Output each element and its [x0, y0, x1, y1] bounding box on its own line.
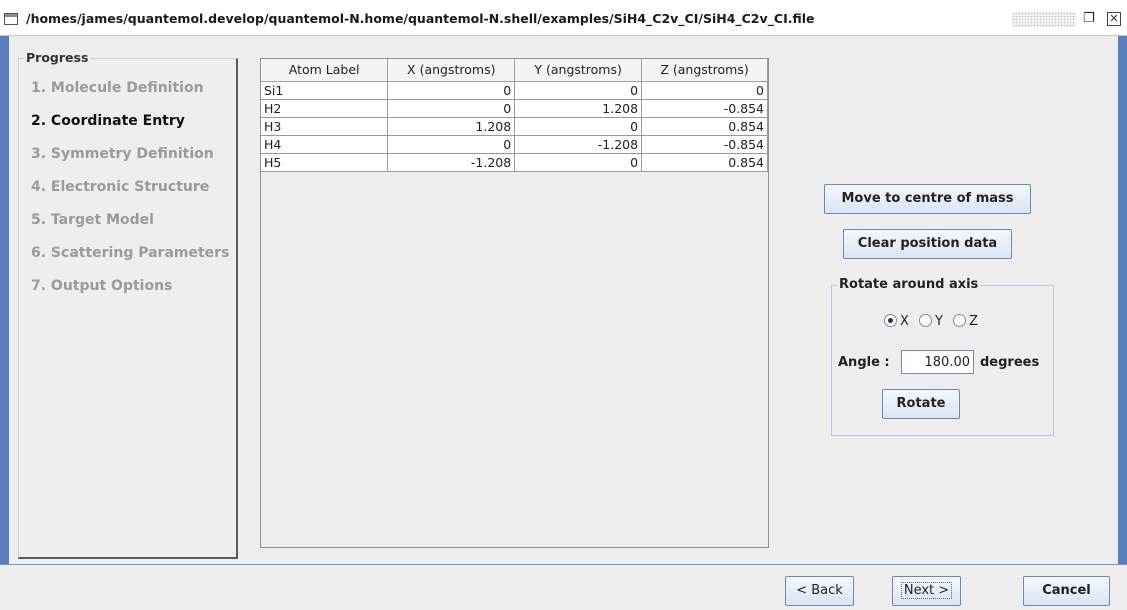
cell-atom-label[interactable]: H5	[261, 153, 389, 172]
cell-atom-label[interactable]: H2	[261, 99, 389, 118]
cell-atom-label[interactable]: H3	[261, 117, 389, 136]
window-frame-bottom	[0, 564, 1127, 565]
cell-atom-label[interactable]: Si1	[261, 81, 389, 100]
column-header-atom-label[interactable]: Atom Label	[261, 59, 389, 82]
coordinates-table[interactable]: Atom Label X (angstroms) Y (angstroms) Z…	[261, 59, 768, 172]
next-button[interactable]: Next >	[892, 576, 961, 606]
table-row[interactable]: H5 -1.208 0 0.854	[261, 153, 768, 172]
cell-atom-label[interactable]: H4	[261, 135, 389, 154]
progress-step-symmetry-definition: 3. Symmetry Definition	[31, 146, 214, 162]
close-icon[interactable]: ✕	[1107, 12, 1121, 26]
rotate-button[interactable]: Rotate	[882, 389, 960, 419]
cell-z[interactable]: -0.854	[641, 99, 768, 118]
angle-input[interactable]	[901, 350, 974, 374]
table-row[interactable]: H2 0 1.208 -0.854	[261, 99, 768, 118]
progress-step-scattering-parameters: 6. Scattering Parameters	[31, 245, 230, 261]
progress-title: Progress	[24, 50, 91, 65]
cell-z[interactable]: 0.854	[641, 153, 768, 172]
axis-radio-group: X Y Z	[884, 314, 984, 329]
cell-x[interactable]: 1.208	[387, 117, 516, 136]
angle-label: Angle :	[838, 355, 890, 370]
rotate-axis-group-title: Rotate around axis	[837, 277, 981, 292]
window-frame-left	[0, 36, 9, 564]
radio-z[interactable]	[953, 314, 967, 327]
progress-step-target-model: 5. Target Model	[31, 212, 154, 228]
radio-z-label[interactable]: Z	[969, 314, 978, 329]
cell-y[interactable]: -1.208	[514, 135, 643, 154]
window-title: /homes/james/quantemol.develop/quantemol…	[26, 11, 815, 26]
back-button[interactable]: < Back	[785, 576, 854, 606]
restore-icon[interactable]: ❐	[1083, 11, 1095, 26]
radio-y-label[interactable]: Y	[935, 314, 943, 329]
column-header-x[interactable]: X (angstroms)	[387, 59, 516, 82]
cell-z[interactable]: 0	[641, 81, 768, 100]
progress-step-list: 1. Molecule Definition 2. Coordinate Ent…	[31, 80, 229, 311]
progress-step-molecule-definition: 1. Molecule Definition	[31, 80, 204, 96]
cell-y[interactable]: 1.208	[514, 99, 643, 118]
cancel-button[interactable]: Cancel	[1023, 576, 1110, 606]
radio-y[interactable]	[919, 314, 933, 327]
table-header-row: Atom Label X (angstroms) Y (angstroms) Z…	[261, 59, 768, 82]
window-icon[interactable]	[4, 13, 18, 25]
cell-y[interactable]: 0	[514, 153, 643, 172]
radio-x-label[interactable]: X	[900, 314, 909, 329]
coordinates-table-scrollpane[interactable]: Atom Label X (angstroms) Y (angstroms) Z…	[260, 58, 769, 548]
table-row[interactable]: Si1 0 0 0	[261, 81, 768, 100]
progress-step-electronic-structure: 4. Electronic Structure	[31, 179, 210, 195]
next-button-label: Next >	[900, 582, 953, 599]
cell-x[interactable]: 0	[387, 81, 516, 100]
progress-step-output-options: 7. Output Options	[31, 278, 173, 294]
window-titlebar[interactable]: /homes/james/quantemol.develop/quantemol…	[0, 0, 1127, 36]
move-to-centre-of-mass-button[interactable]: Move to centre of mass	[824, 184, 1031, 214]
cell-x[interactable]: 0	[387, 99, 516, 118]
column-header-z[interactable]: Z (angstroms)	[641, 59, 768, 82]
titlebar-drag-pattern	[1012, 12, 1076, 27]
clear-position-data-button[interactable]: Clear position data	[843, 229, 1012, 259]
cell-z[interactable]: -0.854	[641, 135, 768, 154]
degrees-label: degrees	[980, 355, 1040, 370]
column-header-y[interactable]: Y (angstroms)	[514, 59, 643, 82]
table-row[interactable]: H4 0 -1.208 -0.854	[261, 135, 768, 154]
cell-z[interactable]: 0.854	[641, 117, 768, 136]
window-frame-right	[1118, 36, 1127, 564]
table-row[interactable]: H3 1.208 0 0.854	[261, 117, 768, 136]
cell-y[interactable]: 0	[514, 117, 643, 136]
cell-x[interactable]: -1.208	[387, 153, 516, 172]
cell-x[interactable]: 0	[387, 135, 516, 154]
progress-step-coordinate-entry: 2. Coordinate Entry	[31, 113, 185, 129]
cell-y[interactable]: 0	[514, 81, 643, 100]
radio-x[interactable]	[884, 314, 897, 327]
